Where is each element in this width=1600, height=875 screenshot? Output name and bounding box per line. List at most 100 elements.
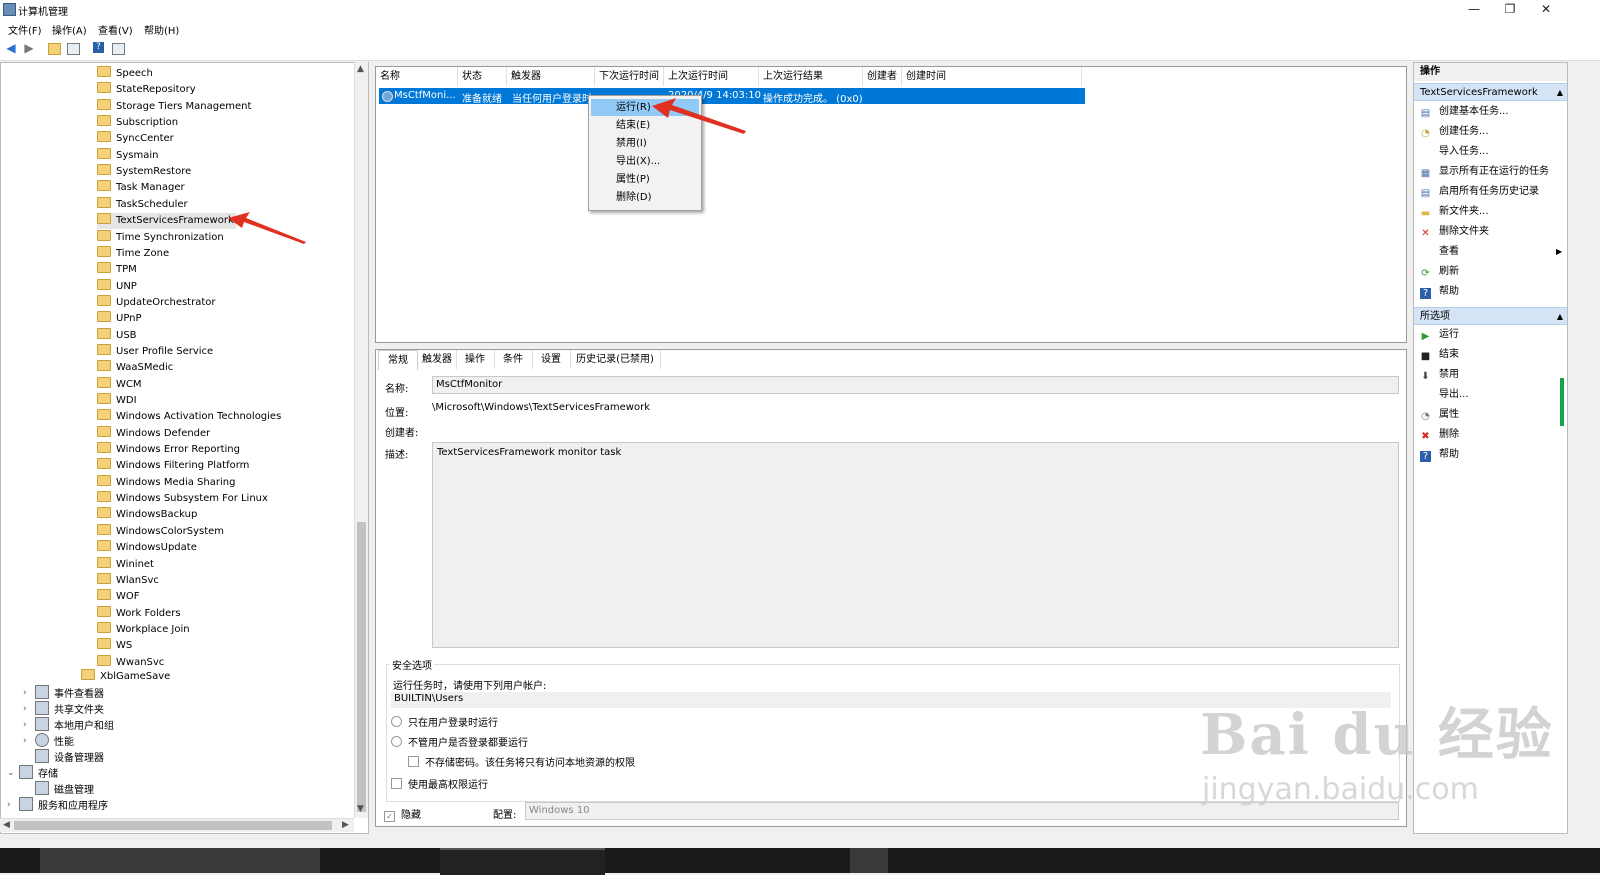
tree-item-folder[interactable]: WDI [97, 393, 139, 409]
column-header-last-run[interactable]: 上次运行时间 [664, 67, 759, 86]
menu-item-properties[interactable]: 属性(P) [591, 171, 699, 188]
checkbox-highest-privileges[interactable]: 使用最高权限运行 [391, 776, 488, 791]
tree-item-folder[interactable]: Windows Activation Technologies [97, 409, 283, 425]
tree-item-folder[interactable]: Windows Defender [97, 425, 212, 442]
tree-item-folder[interactable]: Wininet [97, 556, 156, 573]
expand-icon[interactable]: › [23, 685, 33, 701]
tree-item-folder[interactable]: WindowsBackup [97, 507, 199, 523]
minimize-button[interactable]: — [1456, 0, 1492, 18]
tree-node-disk-management[interactable]: 磁盘管理 [35, 781, 94, 797]
menu-file[interactable]: 文件(F) [8, 22, 42, 37]
tree-node-event-viewer[interactable]: › 事件查看器 [23, 685, 104, 701]
tree-node-storage[interactable]: ⌄ 存储 [7, 765, 58, 781]
action-item[interactable]: ▤ 创建基本任务... [1420, 103, 1509, 121]
tree-item-folder[interactable]: TaskScheduler [97, 196, 190, 213]
scroll-thumb[interactable] [14, 821, 332, 830]
collapse-icon[interactable]: ⌄ [7, 765, 17, 781]
scroll-thumb[interactable] [357, 522, 366, 812]
section-header-folder[interactable]: TextServicesFramework ▲ [1414, 83, 1567, 101]
column-header-status[interactable]: 状态 [458, 67, 507, 86]
tree-node-services-apps[interactable]: › 服务和应用程序 [7, 797, 108, 813]
action-item[interactable]: ⟳ 刷新 [1420, 263, 1459, 281]
selected-action-item[interactable]: ✖ 删除 [1420, 426, 1459, 444]
tree-item-folder[interactable]: Windows Media Sharing [97, 474, 237, 491]
tree-item-folder[interactable]: Sysmain [97, 147, 160, 164]
tree-item-folder[interactable]: UPnP [97, 311, 144, 327]
tree-item-folder[interactable]: Subscription [97, 115, 180, 131]
maximize-button[interactable]: ❐ [1492, 0, 1528, 18]
tree-item-folder[interactable]: UpdateOrchestrator [97, 294, 218, 311]
expand-icon[interactable]: › [7, 797, 17, 813]
tree-item-folder[interactable]: Speech [97, 66, 155, 82]
help-icon[interactable]: ? [93, 42, 104, 53]
action-item[interactable]: ▦ 显示所有正在运行的任务 [1420, 163, 1549, 181]
show-hide-action-pane-icon[interactable] [112, 43, 125, 55]
tree-item-folder[interactable]: Work Folders [97, 605, 183, 622]
scroll-left-icon[interactable]: ◀ [3, 820, 10, 830]
tab-conditions[interactable]: 条件 [494, 350, 533, 369]
tree-item-folder[interactable]: WCM [97, 376, 144, 393]
tree-item-folder[interactable]: WlanSvc [97, 572, 161, 589]
tree-item-folder[interactable]: UNP [97, 278, 139, 295]
menu-item-delete[interactable]: 删除(D) [591, 189, 699, 206]
menu-item-export[interactable]: 导出(X)... [591, 153, 699, 170]
show-hide-tree-icon[interactable] [67, 43, 80, 55]
scroll-right-icon[interactable]: ▶ [342, 820, 349, 830]
scroll-up-icon[interactable]: ▲ [357, 64, 364, 74]
tree-item-xblgamesave[interactable]: XblGameSave [81, 669, 170, 685]
column-header-created[interactable]: 创建时间 [902, 67, 1082, 86]
tree-item-folder[interactable]: Windows Filtering Platform [97, 458, 251, 474]
expand-icon[interactable]: › [23, 733, 33, 749]
back-icon[interactable]: ◀ [4, 41, 18, 55]
tree-node-shared-folders[interactable]: › 共享文件夹 [23, 701, 104, 717]
action-item[interactable]: ▤ 启用所有任务历史记录 [1420, 183, 1539, 201]
name-field[interactable]: MsCtfMonitor [432, 376, 1399, 394]
tab-history[interactable]: 历史记录(已禁用) [570, 350, 661, 369]
checkbox-no-password[interactable]: 不存储密码。该任务将只有访问本地资源的权限 [408, 754, 635, 769]
selected-action-item[interactable]: ◔ 属性 [1420, 406, 1459, 424]
tree-item-folder[interactable]: TPM [97, 262, 139, 278]
tab-general[interactable]: 常规 [378, 350, 418, 370]
tree-vertical-scrollbar[interactable]: ▲ ▼ [354, 62, 368, 818]
menu-view[interactable]: 查看(V) [98, 22, 133, 37]
forward-icon[interactable]: ▶ [22, 41, 36, 55]
radio-run-always[interactable]: 不管用户是否登录都要运行 [391, 734, 528, 749]
tree-item-folder[interactable]: WindowsUpdate [97, 540, 199, 556]
action-item[interactable]: ◔ 创建任务... [1420, 123, 1488, 141]
column-header-author[interactable]: 创建者 [863, 67, 902, 86]
tab-triggers[interactable]: 触发器 [418, 350, 457, 369]
tree-item-folder[interactable]: Time Synchronization [97, 229, 226, 246]
tree-item-folder[interactable]: USB [97, 327, 139, 344]
description-field[interactable]: TextServicesFramework monitor task [432, 442, 1399, 648]
action-item[interactable]: ▬ 新文件夹... [1420, 203, 1489, 221]
tree-item-folder[interactable]: WOF [97, 589, 142, 605]
tree-node-performance[interactable]: › 性能 [23, 733, 74, 749]
tab-actions[interactable]: 操作 [456, 350, 495, 369]
selected-action-item[interactable]: ■ 结束 [1420, 346, 1459, 364]
tree-item-folder[interactable]: Task Manager [97, 180, 187, 196]
radio-run-logged-on[interactable]: 只在用户登录时运行 [391, 714, 498, 729]
tree-node-device-manager[interactable]: 设备管理器 [23, 749, 104, 765]
tree-item-folder[interactable]: Time Zone [97, 245, 171, 262]
selected-action-item[interactable]: ▶ 运行 [1420, 326, 1459, 344]
tree-item-folder[interactable]: WS [97, 638, 134, 654]
tree-item-folder[interactable]: Windows Error Reporting [97, 442, 242, 458]
tree-node-local-users[interactable]: › 本地用户和组 [23, 717, 114, 733]
action-item[interactable]: ? 帮助 [1420, 283, 1459, 301]
collapse-icon[interactable]: ▲ [1557, 308, 1563, 326]
column-header-trigger[interactable]: 触发器 [507, 67, 595, 86]
column-header-next-run[interactable]: 下次运行时间 [595, 67, 664, 86]
tree-item-folder[interactable]: Windows Subsystem For Linux [97, 491, 270, 507]
expand-icon[interactable]: › [23, 701, 33, 717]
tree-item-folder[interactable]: WindowsColorSystem [97, 523, 226, 540]
tree-item-folder[interactable]: StateRepository [97, 82, 198, 98]
selected-action-item[interactable]: ⬇ 禁用 [1420, 366, 1459, 384]
tree-horizontal-scrollbar[interactable]: ◀ ▶ [0, 818, 354, 832]
checkbox-hidden[interactable]: ✓ 隐藏 [384, 806, 421, 822]
scroll-down-icon[interactable]: ▼ [357, 804, 364, 814]
column-header-name[interactable]: 名称 [376, 67, 458, 86]
menu-action[interactable]: 操作(A) [52, 22, 87, 37]
section-header-selected[interactable]: 所选项 ▲ [1414, 307, 1567, 325]
tree-item-folder[interactable]: WaaSMedic [97, 360, 175, 376]
column-header-last-result[interactable]: 上次运行结果 [759, 67, 863, 86]
